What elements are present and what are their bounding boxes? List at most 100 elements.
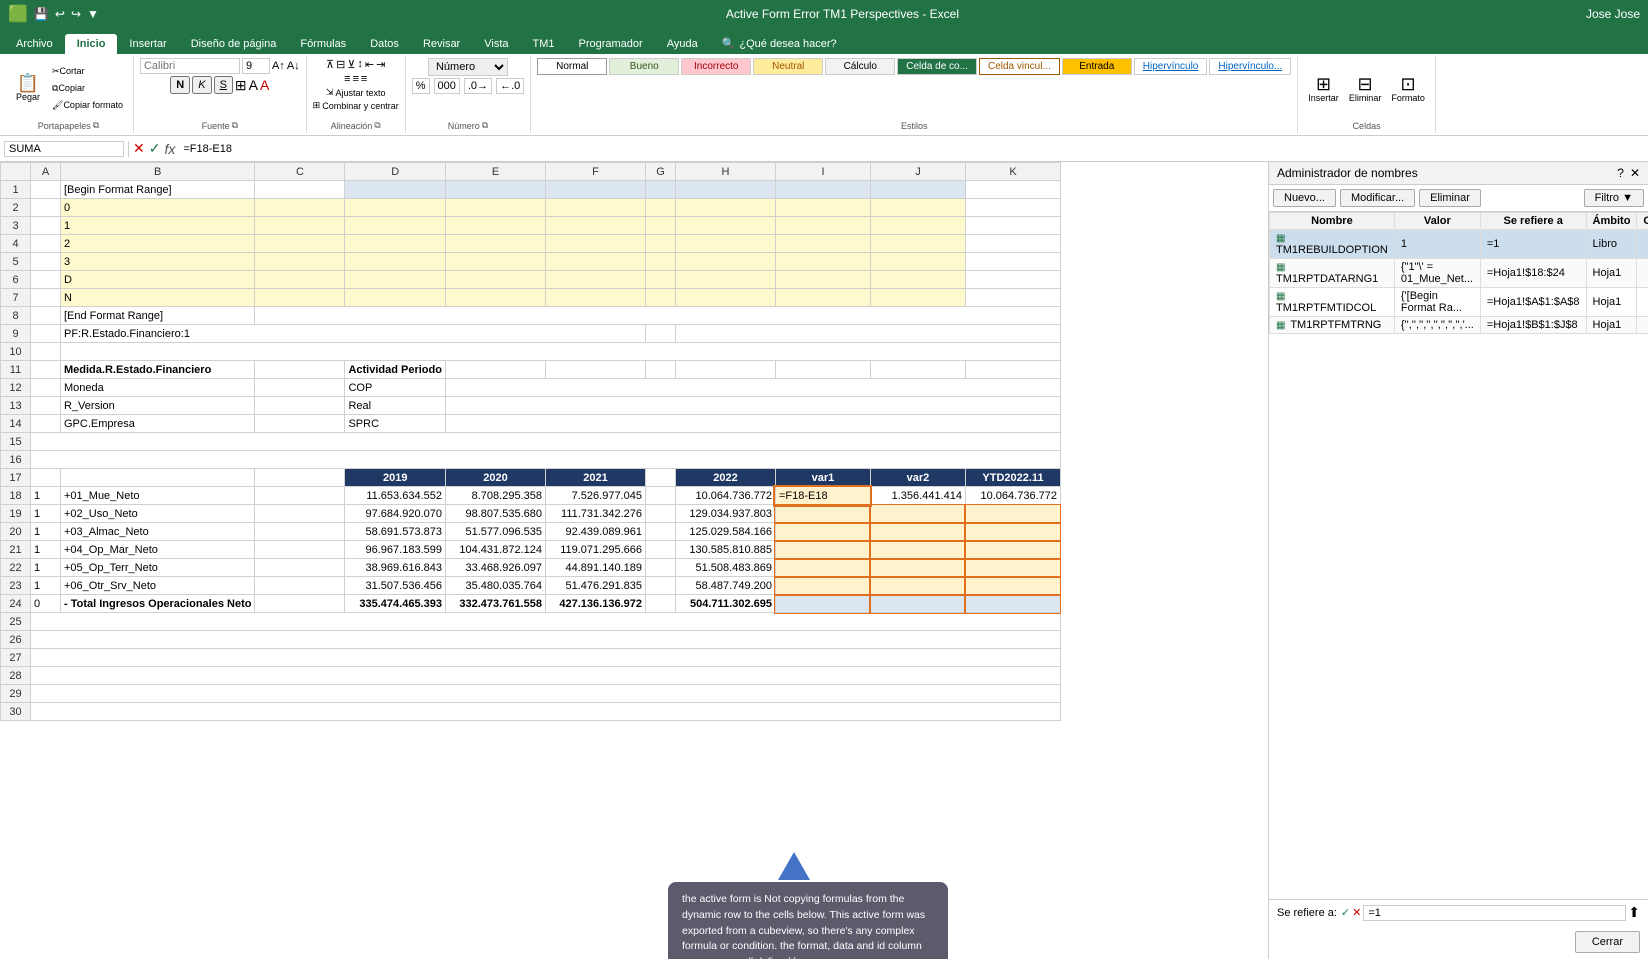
cell-b3[interactable]: 1 (61, 217, 255, 235)
style-hiperv1[interactable]: Hipervínculo (1134, 58, 1208, 75)
row-header-23[interactable]: 23 (1, 577, 31, 595)
cell-c20[interactable] (255, 523, 345, 541)
merge-center-icon[interactable]: ⊞ (313, 100, 321, 111)
cell-c1[interactable] (255, 181, 345, 199)
cell-f6[interactable] (545, 271, 645, 289)
wrap-text-icon[interactable]: ⇲ (326, 87, 334, 98)
cell-e2[interactable] (445, 199, 545, 217)
cell-f4[interactable] (545, 235, 645, 253)
cell-e17[interactable]: 2020 (445, 469, 545, 487)
style-celda[interactable]: Celda de co... (897, 58, 977, 75)
cell-j21[interactable] (870, 541, 965, 559)
tab-inicio[interactable]: Inicio (65, 34, 118, 54)
cell-h22[interactable]: 51.508.483.869 (675, 559, 775, 577)
portapapeles-expand-icon[interactable]: ⧉ (93, 120, 99, 131)
cell-j11[interactable] (870, 361, 965, 379)
cell-b7[interactable]: N (61, 289, 255, 307)
refers-cancel-icon[interactable]: ✕ (1352, 906, 1361, 919)
align-left-icon[interactable]: ≡ (344, 73, 350, 85)
row-header-28[interactable]: 28 (1, 667, 31, 685)
cell-i17[interactable]: var1 (775, 469, 870, 487)
tab-archivo[interactable]: Archivo (4, 34, 65, 54)
cell-k4[interactable] (965, 235, 1060, 253)
cell-k19[interactable] (965, 505, 1060, 523)
cell-h11[interactable] (675, 361, 775, 379)
numero-expand-icon[interactable]: ⧉ (482, 120, 488, 131)
col-header-j[interactable]: J (870, 163, 965, 181)
cell-j23[interactable] (870, 577, 965, 595)
quick-save[interactable]: 💾 (34, 7, 49, 21)
quick-undo[interactable]: ↩ (55, 7, 65, 21)
cell-b22[interactable]: +05_Op_Terr_Neto (61, 559, 255, 577)
formula-input[interactable] (179, 143, 1644, 155)
fill-color-icon[interactable]: A (249, 77, 258, 93)
cell-d5[interactable] (345, 253, 446, 271)
cell-b10[interactable] (61, 343, 1061, 361)
cell-d1[interactable] (345, 181, 446, 199)
row-header-21[interactable]: 21 (1, 541, 31, 559)
cell-k1[interactable] (965, 181, 1060, 199)
cell-e6[interactable] (445, 271, 545, 289)
cell-k6[interactable] (965, 271, 1060, 289)
row-header-15[interactable]: 15 (1, 433, 31, 451)
col-header-h[interactable]: H (675, 163, 775, 181)
cell-c3[interactable] (255, 217, 345, 235)
cell-b5[interactable]: 3 (61, 253, 255, 271)
col-header-f[interactable]: F (545, 163, 645, 181)
comma-format-icon[interactable]: 000 (434, 78, 460, 94)
row-header-27[interactable]: 27 (1, 649, 31, 667)
row-header-6[interactable]: 6 (1, 271, 31, 289)
row-header-25[interactable]: 25 (1, 613, 31, 631)
style-bad[interactable]: Incorrecto (681, 58, 751, 75)
cell-h21[interactable]: 130.585.810.885 (675, 541, 775, 559)
font-color-icon[interactable]: A (260, 77, 269, 93)
cell-h23[interactable]: 58.487.749.200 (675, 577, 775, 595)
cell-b19[interactable]: +02_Uso_Neto (61, 505, 255, 523)
close-panel-icon[interactable]: ✕ (1630, 166, 1640, 180)
cell-i11[interactable] (775, 361, 870, 379)
cell-e22[interactable]: 33.468.926.097 (445, 559, 545, 577)
cell-e12-span[interactable] (445, 379, 1060, 397)
cell-c24[interactable] (255, 595, 345, 613)
cell-i19[interactable] (775, 505, 870, 523)
font-family-input[interactable] (140, 58, 240, 74)
cell-d17[interactable]: 2019 (345, 469, 446, 487)
cell-g17[interactable] (645, 469, 675, 487)
cell-a25-span[interactable] (31, 613, 1061, 631)
cell-f1[interactable] (545, 181, 645, 199)
row-header-8[interactable]: 8 (1, 307, 31, 325)
col-header-c[interactable]: C (255, 163, 345, 181)
style-good[interactable]: Bueno (609, 58, 679, 75)
cell-g6[interactable] (645, 271, 675, 289)
close-names-manager-button[interactable]: Cerrar (1575, 931, 1640, 953)
style-normal[interactable]: Normal (537, 58, 607, 75)
cell-a21[interactable]: 1 (31, 541, 61, 559)
cell-h3[interactable] (675, 217, 775, 235)
cell-c17[interactable] (255, 469, 345, 487)
cell-b24[interactable]: - Total Ingresos Operacionales Neto (61, 595, 255, 613)
cell-a23[interactable]: 1 (31, 577, 61, 595)
cell-k5[interactable] (965, 253, 1060, 271)
text-direction-icon[interactable]: ↕ (357, 58, 363, 71)
cell-e1[interactable] (445, 181, 545, 199)
cell-b13[interactable]: R_Version (61, 397, 255, 415)
cell-a2[interactable] (31, 199, 61, 217)
row-header-11[interactable]: 11 (1, 361, 31, 379)
align-bottom-icon[interactable]: ⊻ (347, 58, 355, 71)
font-increase-icon[interactable]: A↑ (272, 60, 285, 72)
cell-a16-span[interactable] (31, 451, 1061, 469)
cell-j22[interactable] (870, 559, 965, 577)
indent-increase-icon[interactable]: ⇥ (376, 58, 385, 71)
cell-c5[interactable] (255, 253, 345, 271)
cell-f7[interactable] (545, 289, 645, 307)
cell-h7[interactable] (675, 289, 775, 307)
cancel-formula-icon[interactable]: ✕ (133, 140, 145, 157)
number-format-select[interactable]: Número (428, 58, 508, 76)
cell-d20[interactable]: 58.691.573.873 (345, 523, 446, 541)
col-header-d[interactable]: D (345, 163, 446, 181)
cell-i6[interactable] (775, 271, 870, 289)
cell-f23[interactable]: 51.476.291.835 (545, 577, 645, 595)
cell-d4[interactable] (345, 235, 446, 253)
cell-h2[interactable] (675, 199, 775, 217)
cell-b11[interactable]: Medida.R.Estado.Financiero (61, 361, 255, 379)
